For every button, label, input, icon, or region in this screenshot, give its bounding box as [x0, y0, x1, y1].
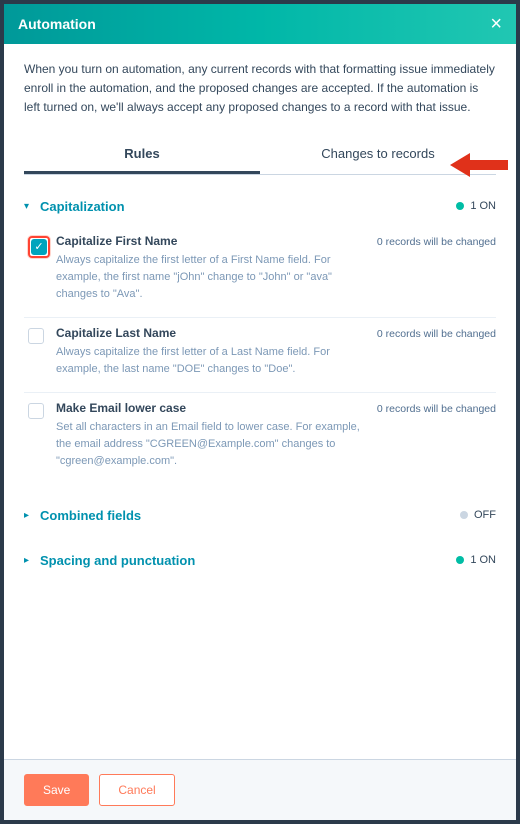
- section-head-spacing[interactable]: ▸ Spacing and punctuation 1 ON: [24, 547, 496, 574]
- checkbox-capitalize-last-name[interactable]: [28, 328, 44, 344]
- section-status: OFF: [460, 509, 496, 521]
- section-title: Spacing and punctuation: [40, 553, 195, 568]
- records-changed: 0 records will be changed: [376, 401, 496, 470]
- rule-capitalize-last-name: Capitalize Last Name Always capitalize t…: [24, 318, 496, 393]
- section-combined-fields: ▸ Combined fields OFF: [24, 502, 496, 529]
- cancel-button[interactable]: Cancel: [99, 774, 174, 806]
- section-spacing: ▸ Spacing and punctuation 1 ON: [24, 547, 496, 574]
- section-head-capitalization[interactable]: ▾ Capitalization 1 ON: [24, 193, 496, 220]
- rule-make-email-lower: Make Email lower case Set all characters…: [24, 393, 496, 484]
- section-status: 1 ON: [456, 200, 496, 212]
- modal-footer: Save Cancel: [4, 759, 516, 820]
- rule-desc: Always capitalize the first letter of a …: [56, 344, 370, 378]
- modal-body: When you turn on automation, any current…: [4, 44, 516, 759]
- section-head-combined[interactable]: ▸ Combined fields OFF: [24, 502, 496, 529]
- status-text: 1 ON: [470, 200, 496, 212]
- rule-title: Capitalize Last Name: [56, 326, 370, 340]
- close-icon[interactable]: ×: [490, 13, 502, 36]
- tab-changes[interactable]: Changes to records: [260, 136, 496, 174]
- section-status: 1 ON: [456, 554, 496, 566]
- chevron-right-icon: ▸: [24, 510, 34, 521]
- rule-desc: Set all characters in an Email field to …: [56, 419, 370, 470]
- intro-text: When you turn on automation, any current…: [24, 60, 496, 118]
- status-dot-on: [456, 556, 464, 564]
- checkbox-make-email-lower[interactable]: [28, 403, 44, 419]
- modal-frame: Automation × When you turn on automation…: [0, 0, 520, 824]
- status-dot-on: [456, 202, 464, 210]
- rule-title: Capitalize First Name: [56, 234, 370, 248]
- records-changed: 0 records will be changed: [376, 326, 496, 378]
- tabs: Rules Changes to records: [24, 136, 496, 175]
- rule-desc: Always capitalize the first letter of a …: [56, 252, 370, 303]
- chevron-right-icon: ▸: [24, 555, 34, 566]
- rules-list: ✓ Capitalize First Name Always capitaliz…: [24, 226, 496, 484]
- checkbox-capitalize-first-name[interactable]: ✓: [31, 239, 47, 255]
- chevron-down-icon: ▾: [24, 201, 34, 212]
- rule-capitalize-first-name: ✓ Capitalize First Name Always capitaliz…: [24, 226, 496, 318]
- section-capitalization: ▾ Capitalization 1 ON ✓ Capitalize: [24, 193, 496, 484]
- section-title: Combined fields: [40, 508, 141, 523]
- save-button[interactable]: Save: [24, 774, 89, 806]
- status-text: 1 ON: [470, 554, 496, 566]
- callout-highlight: ✓: [28, 236, 50, 258]
- records-changed: 0 records will be changed: [376, 234, 496, 303]
- status-text: OFF: [474, 509, 496, 521]
- section-title: Capitalization: [40, 199, 125, 214]
- modal-header: Automation ×: [4, 4, 516, 44]
- tab-rules[interactable]: Rules: [24, 136, 260, 174]
- status-dot-off: [460, 511, 468, 519]
- modal-title: Automation: [18, 16, 96, 32]
- rule-title: Make Email lower case: [56, 401, 370, 415]
